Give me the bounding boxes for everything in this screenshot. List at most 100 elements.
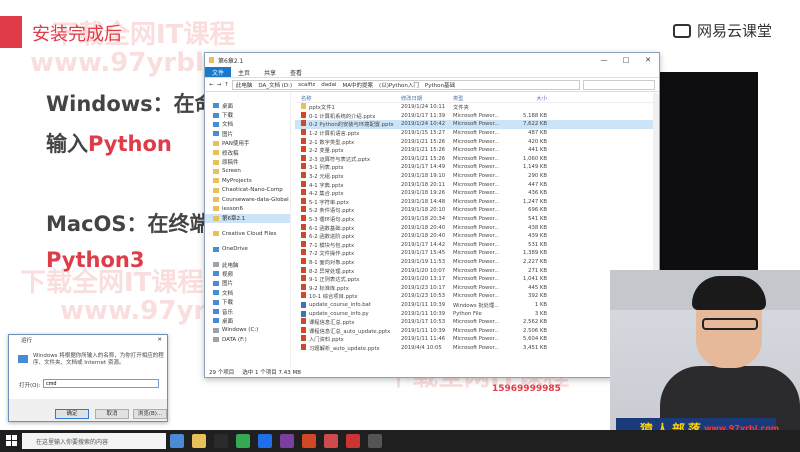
taskbar-app-icon[interactable] <box>236 434 250 448</box>
run-dialog-titlebar[interactable]: 运行 ✕ <box>9 335 167 345</box>
file-row[interactable]: 0-2 Python的安装与环境配置.pptx 2019/1/24 10:42 Mi… <box>295 120 659 129</box>
column-size[interactable]: 大小 <box>503 94 547 102</box>
file-row[interactable]: 3-2 元组.pptx 2019/1/18 19:10 Microsoft Powe… <box>295 172 659 181</box>
file-row[interactable]: 5-2 条件语句.pptx 2019/1/18 20:10 Microsoft Po… <box>295 206 659 215</box>
file-row[interactable]: 课程信息汇总.pptx 2019/1/17 10:53 Microsoft Powe… <box>295 318 659 327</box>
nav-item[interactable]: DATA (F:) <box>205 335 290 344</box>
taskbar-app-icon[interactable] <box>258 434 272 448</box>
file-row[interactable]: 0-1 计算机系统的介绍.pptx 2019/1/17 11:39 Microsof… <box>295 111 659 121</box>
column-type[interactable]: 类型 <box>453 94 503 102</box>
file-row[interactable]: 习题解析_auto_update.pptx 2019/4/4 10:05 Micro… <box>295 343 659 353</box>
search-input[interactable] <box>583 79 655 90</box>
nav-item[interactable]: 修改稿 <box>205 148 290 157</box>
address-segment[interactable]: DA_文档 (D:) <box>258 81 292 89</box>
file-row[interactable]: 7-2 文件操作.pptx 2019/1/17 15:45 Microsoft Po… <box>295 249 659 258</box>
address-segment[interactable]: MA中的提案 <box>343 81 374 89</box>
nav-item[interactable]: 下载 <box>205 110 290 119</box>
nav-item[interactable]: Chaoticat-Nano-Comp <box>205 186 290 195</box>
taskbar-app-icon[interactable] <box>302 434 316 448</box>
nav-item[interactable]: 下载 <box>205 297 290 306</box>
maximize-icon[interactable]: □ <box>615 56 637 64</box>
minimize-icon[interactable]: — <box>593 56 615 64</box>
column-name[interactable]: 名称 <box>295 94 401 102</box>
windows-start-icon[interactable] <box>6 435 18 447</box>
taskbar-app-icon[interactable] <box>280 434 294 448</box>
tab-share[interactable]: 共享 <box>257 67 283 77</box>
taskbar-app-icon[interactable] <box>170 434 184 448</box>
run-dialog[interactable]: 运行 ✕ Windows 将根据你所输入的名称，为你打开相应的程序、文件夹、文档… <box>8 334 168 422</box>
nav-item[interactable]: 此电脑 <box>205 260 290 269</box>
address-segment[interactable]: scalfiz <box>298 82 315 88</box>
ok-button[interactable]: 确定 <box>55 409 89 419</box>
back-icon[interactable]: ← <box>209 82 214 88</box>
file-row[interactable]: 4-2 集合.pptx 2019/1/18 19:26 Microsoft Powe… <box>295 189 659 198</box>
cancel-button[interactable]: 取消 <box>95 409 129 419</box>
taskbar-app-icon[interactable] <box>346 434 360 448</box>
file-row[interactable]: 4-1 字典.pptx 2019/1/18 20:11 Microsoft Powe… <box>295 180 659 189</box>
close-icon[interactable]: ✕ <box>157 337 167 343</box>
taskbar-app-icon[interactable] <box>214 434 228 448</box>
nav-item[interactable]: 文档 <box>205 288 290 297</box>
file-row[interactable]: 9-2 标准库.pptx 2019/1/23 10:17 Microsoft Pow… <box>295 283 659 292</box>
nav-item[interactable]: 第6章2.1 <box>205 213 290 224</box>
file-row[interactable]: 2-3 运算符与表达式.pptx 2019/1/21 15:26 Microsoft… <box>295 154 659 164</box>
file-row[interactable]: 1-2 计算机语言.pptx 2019/1/15 15:27 Microsoft P… <box>295 129 659 138</box>
up-icon[interactable]: ↑ <box>224 82 229 88</box>
nav-item[interactable]: OneDrive <box>205 244 290 253</box>
nav-item[interactable]: 图片 <box>205 279 290 288</box>
nav-item[interactable]: 原稿件 <box>205 157 290 166</box>
address-segment[interactable]: dadai <box>321 82 336 88</box>
nav-item[interactable]: Courseware-data-Global <box>205 195 290 204</box>
nav-item[interactable]: 桌面 <box>205 101 290 110</box>
nav-item[interactable]: Screen <box>205 167 290 176</box>
file-row[interactable]: pptx文件1 2019/1/24 10:11 文件夹 <box>295 103 659 112</box>
address-segment[interactable]: (以)Python入门 <box>379 81 419 89</box>
nav-item[interactable]: 文档 <box>205 120 290 129</box>
file-name: 3-1 列表.pptx <box>309 165 344 172</box>
file-row[interactable]: 6-1 函数基础.pptx 2019/1/18 20:40 Microsoft Po… <box>295 223 659 232</box>
tab-home[interactable]: 主页 <box>231 67 257 77</box>
nav-item[interactable]: 视频 <box>205 269 290 278</box>
file-row[interactable]: 5-1 字符串.pptx 2019/1/18 14:48 Microsoft Pow… <box>295 197 659 207</box>
file-row[interactable]: 10-1 综合项目.pptx 2019/1/23 10:53 Microsoft P… <box>295 292 659 301</box>
address-segment[interactable]: Python基础 <box>425 81 455 89</box>
tab-file[interactable]: 文件 <box>205 67 232 77</box>
taskbar-search-input[interactable]: 在这里输入你要搜索的内容 <box>22 433 166 449</box>
file-row[interactable]: 8-2 异常处理.pptx 2019/1/20 10:07 Microsoft Po… <box>295 266 659 275</box>
nav-item[interactable]: 桌面 <box>205 316 290 325</box>
address-bar[interactable]: 此电脑 DA_文档 (D:) scalfiz dadai MA中的提案 (以)Python… <box>231 79 580 90</box>
close-icon[interactable]: ✕ <box>637 56 659 64</box>
nav-item[interactable]: 音乐 <box>205 307 290 316</box>
file-row[interactable]: 5-3 循环语句.pptx 2019/1/18 20:34 Microsoft Po… <box>295 215 659 224</box>
file-row[interactable]: 3-1 列表.pptx 2019/1/17 14:49 Microsoft Powe… <box>295 163 659 172</box>
nav-item[interactable]: 图片 <box>205 129 290 138</box>
nav-item[interactable]: Windows (C:) <box>205 326 290 335</box>
nav-item[interactable]: lesson6 <box>205 204 290 213</box>
file-row[interactable]: update_course_info.py 2019/1/11 10:39 Pyth… <box>295 309 659 318</box>
file-row[interactable]: 7-1 模块与包.pptx 2019/1/17 14:42 Microsoft Po… <box>295 240 659 250</box>
file-row[interactable]: 9-1 正则表达式.pptx 2019/1/20 13:17 Microsoft P… <box>295 275 659 284</box>
taskbar-app-icon[interactable] <box>192 434 206 448</box>
file-row[interactable]: 2-1 数字类型.pptx 2019/1/21 15:26 Microsoft Po… <box>295 137 659 146</box>
file-row[interactable]: 课程信息汇总_auto_update.pptx 2019/1/11 10:39 Mi… <box>295 326 659 335</box>
address-segment[interactable]: 此电脑 <box>236 81 253 89</box>
taskbar-app-icon[interactable] <box>324 434 338 448</box>
explorer-titlebar[interactable]: 第6章2.1 — □ ✕ <box>205 53 659 67</box>
tab-view[interactable]: 查看 <box>283 67 309 77</box>
powerpoint-file-icon <box>301 249 306 256</box>
nav-item[interactable]: PAN使用手 <box>205 139 290 148</box>
column-date[interactable]: 修改日期 <box>401 94 453 102</box>
nav-item[interactable]: MyProjects <box>205 176 290 185</box>
file-row[interactable]: 2-2 变量.pptx 2019/1/21 15:26 Microsoft Powe… <box>295 146 659 155</box>
file-explorer-window[interactable]: 第6章2.1 — □ ✕ 文件 主页 共享 查看 ← → ↑ 此电脑 DA_文档 … <box>204 52 660 378</box>
taskbar-app-icon[interactable] <box>368 434 382 448</box>
nav-item[interactable]: Creative Cloud Files <box>205 229 290 238</box>
file-row[interactable]: 8-1 面向对象.pptx 2019/1/19 11:53 Microsoft Po… <box>295 257 659 267</box>
file-name: 2-3 运算符与表达式.pptx <box>309 156 371 163</box>
file-row[interactable]: 6-2 函数进阶.pptx 2019/1/18 20:40 Microsoft Po… <box>295 232 659 241</box>
forward-icon[interactable]: → <box>217 82 222 88</box>
file-row[interactable]: update_course_info.bat 2019/1/11 10:39 Win… <box>295 301 659 310</box>
browse-button[interactable]: 浏览(B)... <box>133 409 167 419</box>
file-row[interactable]: 入门资料.pptx 2019/1/11 11:46 Microsoft Power.… <box>295 335 659 344</box>
run-command-input[interactable] <box>43 379 159 388</box>
